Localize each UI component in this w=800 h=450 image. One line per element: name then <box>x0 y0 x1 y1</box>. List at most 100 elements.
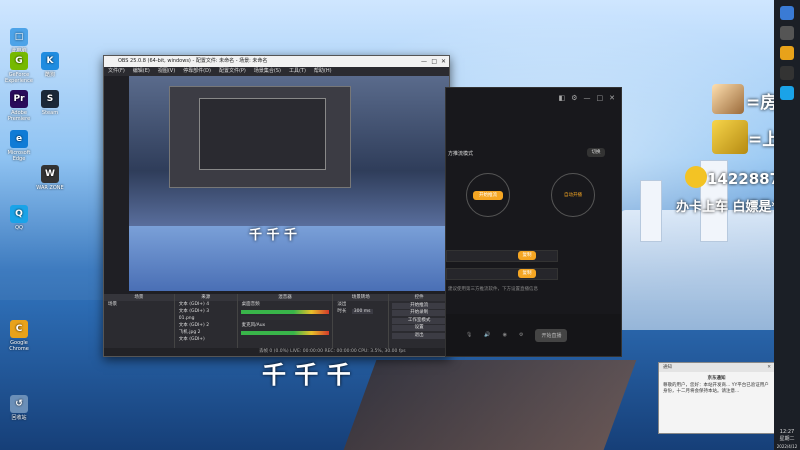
desktop-icon[interactable]: K 酷狗 <box>35 52 65 78</box>
clock-date: 2022/4/12 <box>776 444 798 449</box>
obs-icon[interactable] <box>780 66 794 80</box>
control-button[interactable]: 设置 <box>392 325 446 331</box>
settings-icon[interactable]: ⚙ <box>571 94 577 102</box>
source-item[interactable]: 01.png <box>175 315 237 322</box>
app-icon: ↺ <box>10 395 28 413</box>
mixer-panel: 混音器 桌面音频 麦克风/Aux <box>237 294 334 356</box>
transitions-panel: 场景转场 淡出 时长 300 ms <box>333 294 390 356</box>
sources-list: 文本 (GDI+) 4 文本 (GDI+) 3 01.png 文本 (GDI+) 2飞… <box>175 301 237 343</box>
mixer-slider[interactable] <box>240 316 330 320</box>
obs-menu-item[interactable]: 停靠部件(D) <box>183 67 211 76</box>
app-icon: Pr <box>10 90 28 108</box>
system-clock[interactable]: 12:27 星期二 2022/4/12 <box>774 429 800 450</box>
desktop-icon-label: 回收站 <box>11 415 27 421</box>
record-icon[interactable]: ◉ <box>503 332 507 338</box>
obs-preview[interactable]: 千 千 千 <box>129 76 449 291</box>
obs-menu-item[interactable]: 配置文件(P) <box>219 67 246 76</box>
obs-menubar: 文件(F) 编辑(E) 视图(V) 停靠部件(D) 配置文件(P) 场景集合(S) 工具(T… <box>104 67 449 76</box>
search-icon[interactable] <box>780 26 794 40</box>
mixer-meter[interactable] <box>240 331 330 335</box>
app-icon: W <box>41 165 59 183</box>
notice-body: 尊敬的用户，您好：本站开发商... YY平台已验证用户身份，十二月将会保持本站。… <box>663 383 769 394</box>
control-button[interactable]: 工作室模式 <box>392 317 446 324</box>
switch-button[interactable]: 切换 <box>587 148 605 157</box>
desktop-icon[interactable]: W WAR ZONE <box>35 165 65 191</box>
wallpaper-tower <box>640 180 662 242</box>
live-titlebar[interactable]: ◧ ⚙ — □ ✕ <box>446 88 621 108</box>
desktop-icon-label: Steam <box>41 110 59 116</box>
desktop-big-chars: 千 千 千 <box>262 361 351 389</box>
control-button[interactable]: 开始推流 <box>392 302 446 309</box>
minimize-icon[interactable]: — <box>421 56 427 67</box>
source-item[interactable]: 飞机.jpg 2 <box>175 329 237 336</box>
minimize-icon[interactable]: — <box>584 94 591 102</box>
source-item[interactable]: 文本 (GDI+) 3 <box>175 308 237 315</box>
mic-icon[interactable]: 🎙 <box>466 332 472 338</box>
mode-a-option[interactable]: 开始推流 <box>466 173 510 217</box>
scenes-panel: 场景 场景 <box>104 294 175 356</box>
obs-window[interactable]: OBS 25.0.8 (64-bit, windows) - 配置文件: 未命名… <box>103 55 450 357</box>
control-button[interactable]: 退出 <box>392 332 446 339</box>
desktop-icon-label: Microsoft Edge <box>7 150 31 162</box>
controls-header: 控件 <box>389 294 449 301</box>
qq-icon[interactable] <box>780 86 794 100</box>
obs-menu-item[interactable]: 帮助(H) <box>314 67 332 76</box>
app-icon: C <box>10 320 28 338</box>
transition-select[interactable]: 淡出 <box>333 301 388 308</box>
desktop-icon-label: QQ <box>15 225 23 231</box>
mode-b-option[interactable]: 自动开播 <box>551 173 595 217</box>
desktop-icon-label: Google Chrome <box>9 340 29 352</box>
mixer-meter[interactable] <box>240 310 330 314</box>
obs-menu-item[interactable]: 文件(F) <box>108 67 125 76</box>
desktop-icon-label: Adobe Premiere <box>7 110 31 122</box>
scene-item[interactable]: 场景 <box>104 301 174 308</box>
desktop-icon[interactable]: S Steam <box>35 90 65 116</box>
clock-time: 12:27 <box>779 429 795 435</box>
skin-icon[interactable]: ◧ <box>559 94 566 102</box>
obs-titlebar[interactable]: OBS 25.0.8 (64-bit, windows) - 配置文件: 未命名… <box>104 56 449 67</box>
live-bottom-bar: 🎙 🔊 ◉ ⚙ 开始直播 <box>446 314 621 356</box>
gear-icon[interactable]: ⚙ <box>519 332 523 338</box>
key-field[interactable] <box>446 268 558 280</box>
desktop-icon[interactable]: C Google Chrome <box>4 320 34 352</box>
duration-input[interactable]: 300 ms <box>351 309 373 314</box>
mixer-mic-aux: 麦克风/Aux <box>241 323 266 328</box>
app-icon: S <box>41 90 59 108</box>
source-item[interactable]: 文本 (GDI+) 4 <box>175 301 237 308</box>
desktop-icon[interactable]: Pr Adobe Premiere <box>4 90 34 122</box>
desktop-icon[interactable]: G GeForce Experience <box>4 52 34 84</box>
obs-menu-item[interactable]: 视图(V) <box>158 67 175 76</box>
copy-key-button[interactable]: 复制 <box>518 269 536 278</box>
close-icon[interactable]: ✕ <box>767 363 771 372</box>
server-field[interactable] <box>446 250 558 262</box>
close-icon[interactable]: ✕ <box>609 94 615 102</box>
desktop-icon[interactable]: □ 此电脑 <box>4 28 34 54</box>
clock-weekday: 星期二 <box>779 436 795 442</box>
obs-title-text: OBS 25.0.8 (64-bit, windows) - 配置文件: 未命名… <box>118 58 268 64</box>
desktop-icon[interactable]: ↺ 回收站 <box>4 395 34 421</box>
source-item[interactable]: 文本 (GDI+) <box>175 336 237 343</box>
card-image <box>712 120 748 154</box>
maximize-icon[interactable]: □ <box>431 56 437 67</box>
notification-popup[interactable]: 通知 ✕ 京东通知 尊敬的用户，您好：本站开发商... YY平台已验证用户身份，… <box>658 362 775 434</box>
controls-panel: 控件 开始推流 开始录制 工作室模式 设置 退出 <box>389 294 449 356</box>
notice-header: 通知 ✕ <box>659 363 774 372</box>
app-icon: Q <box>10 205 28 223</box>
mode-a-label: 开始推流 <box>473 190 503 200</box>
control-button[interactable]: 开始录制 <box>392 310 446 316</box>
taskbar: 12:27 星期二 2022/4/12 <box>774 0 800 450</box>
obs-menu-item[interactable]: 编辑(E) <box>133 67 150 76</box>
close-icon[interactable]: ✕ <box>441 56 446 67</box>
desktop-icon[interactable]: Q QQ <box>4 205 34 231</box>
start-icon[interactable] <box>780 6 794 20</box>
maximize-icon[interactable]: □ <box>597 94 604 102</box>
desktop-icon[interactable]: e Microsoft Edge <box>4 130 34 162</box>
live-client-window[interactable]: ◧ ⚙ — □ ✕ 方推流模式 切换 开始推流 自动开播 复制 复制 建议使用第… <box>445 87 622 357</box>
obs-menu-item[interactable]: 场景集合(S) <box>254 67 281 76</box>
obs-menu-item[interactable]: 工具(T) <box>289 67 306 76</box>
chrome-icon[interactable] <box>780 46 794 60</box>
source-item[interactable]: 文本 (GDI+) 2 <box>175 322 237 329</box>
speaker-icon[interactable]: 🔊 <box>484 332 490 338</box>
start-live-button[interactable]: 开始直播 <box>535 328 568 342</box>
copy-server-button[interactable]: 复制 <box>518 251 536 260</box>
